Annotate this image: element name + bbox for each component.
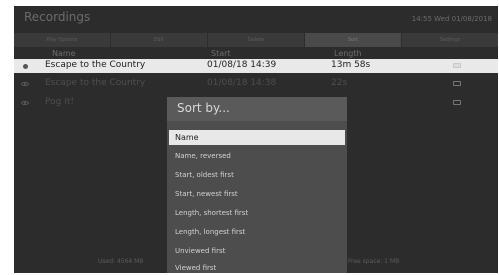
- sort-option-name-reversed[interactable]: Name, reversed: [169, 149, 345, 164]
- recording-name: Pog It!: [45, 97, 74, 107]
- recording-row[interactable]: Escape to the Country 01/08/18 14:39 13m…: [14, 59, 498, 73]
- menu-edit[interactable]: Edit: [111, 33, 207, 47]
- tv-icon: [453, 81, 461, 86]
- tv-icon: [453, 63, 461, 68]
- menu-sort[interactable]: Sort: [305, 33, 401, 47]
- recording-name: Escape to the Country: [45, 78, 146, 88]
- sort-option-start-oldest[interactable]: Start, oldest first: [169, 168, 345, 183]
- sort-dialog-title-bar: Sort by...: [167, 97, 347, 121]
- recording-length: 22s: [331, 78, 348, 88]
- menu-play-options[interactable]: Play Options: [14, 33, 110, 47]
- menu-delete[interactable]: Delete: [208, 33, 304, 47]
- tv-icon: [453, 100, 461, 105]
- recording-name: Escape to the Country: [45, 60, 146, 70]
- title-bar: Recordings 14:55 Wed 01/08/2018: [14, 6, 498, 32]
- dot-icon: [21, 62, 29, 70]
- used-space: Used: 4564 MB: [98, 258, 144, 265]
- recording-length: 13m 58s: [331, 60, 371, 70]
- sort-option-length-longest[interactable]: Length, longest first: [169, 225, 345, 240]
- sort-option-name[interactable]: Name: [169, 130, 345, 145]
- recording-row[interactable]: Escape to the Country 01/08/18 14:38 22s: [14, 77, 498, 91]
- column-header-name[interactable]: Name: [52, 49, 76, 58]
- column-header-length[interactable]: Length: [334, 49, 362, 58]
- menu-settings[interactable]: Settings: [402, 33, 498, 47]
- sort-dialog-title: Sort by...: [177, 101, 230, 115]
- recording-start: 01/08/18 14:38: [207, 78, 277, 88]
- sort-option-length-shortest[interactable]: Length, shortest first: [169, 206, 345, 221]
- recording-start: 01/08/18 14:39: [207, 60, 277, 70]
- sort-option-start-newest[interactable]: Start, newest first: [169, 187, 345, 202]
- free-space: Free space: 1 MB: [348, 258, 400, 265]
- recordings-screen: Recordings 14:55 Wed 01/08/2018 Play Opt…: [14, 6, 498, 273]
- sort-dialog: Sort by... Name Name, reversed Start, ol…: [167, 97, 347, 273]
- clock: 14:55 Wed 01/08/2018: [411, 15, 492, 23]
- menu-bar: Play Options Edit Delete Sort Settings: [14, 33, 498, 47]
- eye-icon: [21, 99, 29, 107]
- column-header-start[interactable]: Start: [211, 49, 231, 58]
- sort-option-unviewed-first[interactable]: Unviewed first: [169, 244, 345, 259]
- app-title: Recordings: [24, 10, 91, 24]
- sort-option-viewed-first[interactable]: Viewed first: [169, 261, 345, 273]
- eye-icon: [21, 80, 29, 88]
